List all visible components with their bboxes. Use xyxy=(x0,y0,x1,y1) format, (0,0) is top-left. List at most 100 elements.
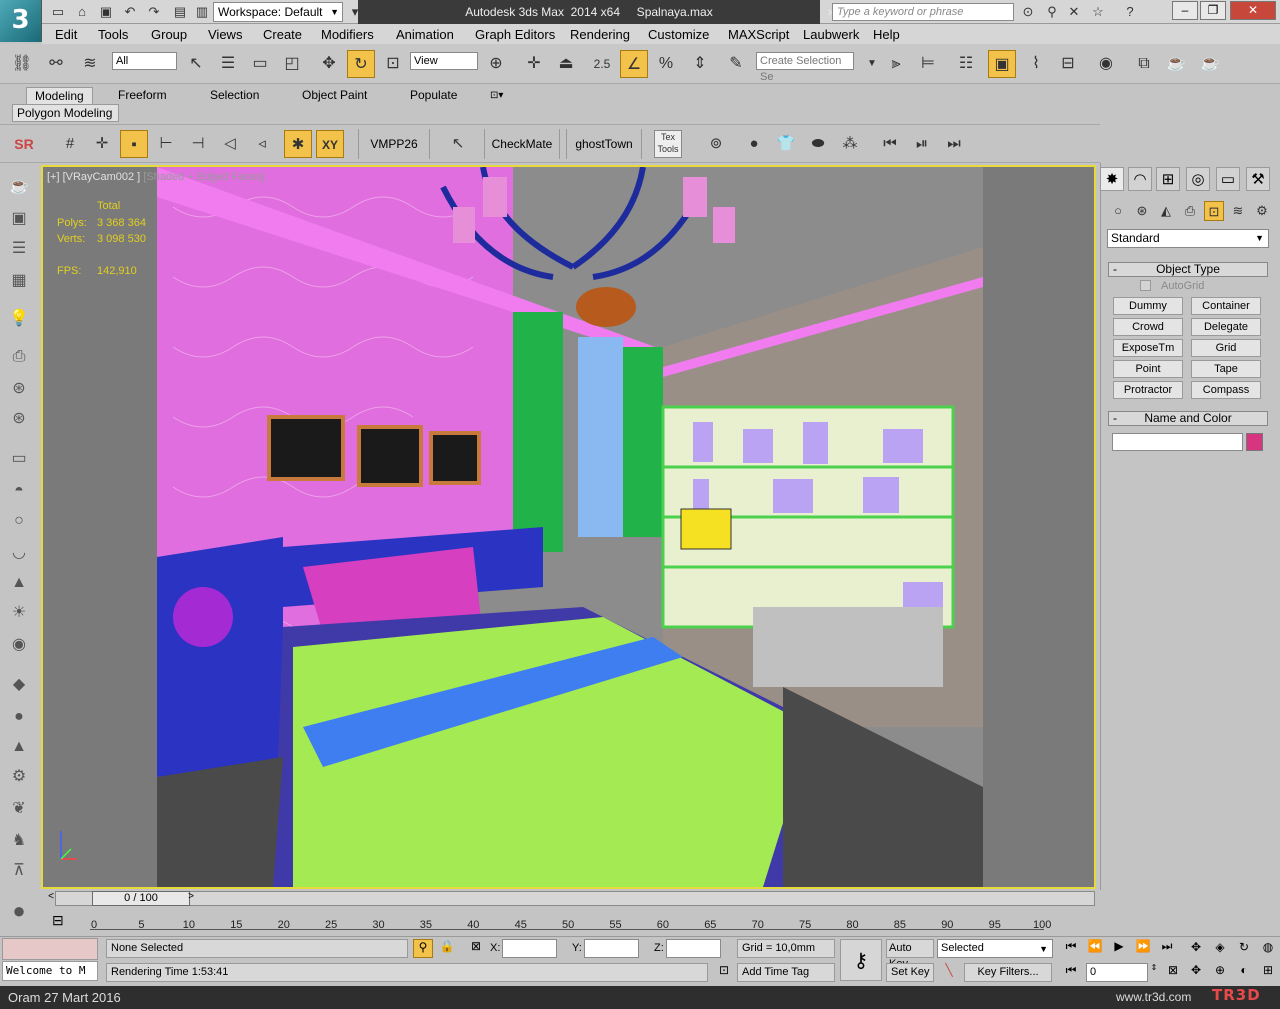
object-color-swatch[interactable] xyxy=(1246,433,1263,451)
menu-modifiers[interactable]: Modifiers xyxy=(321,27,374,42)
z-coordinate-input[interactable] xyxy=(666,939,721,958)
time-tag-icon[interactable]: ⊡ xyxy=(714,963,734,982)
select-manipulate-icon[interactable]: ✛ xyxy=(520,50,548,78)
pan-camera-icon[interactable]: ◐ xyxy=(1234,963,1254,981)
dolly-icon[interactable]: ◍ xyxy=(1258,940,1278,958)
helpers-icon[interactable]: ⊡ xyxy=(1204,201,1224,221)
viewport[interactable]: [+] [VRayCam002 ] [Shaded + Edged Faces]… xyxy=(41,165,1096,889)
key-filter-pen-icon[interactable]: ╲ xyxy=(938,963,960,982)
keyboard-shortcut-override-icon[interactable]: ⏏ xyxy=(552,50,580,78)
schematic-view-icon[interactable]: ⊟ xyxy=(1054,50,1082,78)
select-object-icon[interactable]: ↖ xyxy=(182,50,210,78)
shapes-icon[interactable]: ⊛ xyxy=(1132,201,1152,221)
checkmate-button[interactable]: CheckMate xyxy=(484,129,560,159)
select-by-name-icon[interactable]: ☰ xyxy=(214,50,242,78)
edge-snap-icon[interactable]: ◁ xyxy=(216,130,244,158)
y-coordinate-input[interactable] xyxy=(584,939,639,958)
fetch-icon[interactable]: ▥ xyxy=(192,2,212,22)
render-icon[interactable]: ⊛ xyxy=(6,406,32,432)
communication-center-icon[interactable]: ✕ xyxy=(1064,2,1084,22)
point-button[interactable]: Point xyxy=(1113,360,1183,378)
menu-edit[interactable]: Edit xyxy=(55,27,77,42)
isolate-selection-icon[interactable]: ⚲ xyxy=(413,939,433,958)
plant-icon[interactable]: ❦ xyxy=(6,796,32,822)
reference-coordinate-dropdown[interactable]: View xyxy=(410,52,478,70)
ghosttown-button[interactable]: ghostTown xyxy=(566,129,642,159)
key-mode-toggle-icon[interactable]: ⏮ xyxy=(1060,963,1082,982)
select-arrow-icon[interactable]: ↖ xyxy=(444,130,472,158)
light-lister-icon[interactable]: 💡 xyxy=(6,306,32,332)
container-button[interactable]: Container xyxy=(1191,297,1261,315)
frame-spinner-icon[interactable]: ⇕ xyxy=(1149,963,1159,982)
open-file-icon[interactable]: ⌂ xyxy=(72,2,92,22)
pill-icon[interactable]: ⬬ xyxy=(804,130,832,158)
menu-maxscript[interactable]: MAXScript xyxy=(728,27,789,42)
systems-icon[interactable]: ⚙ xyxy=(1252,201,1272,221)
angle-snap-icon[interactable]: ∠ xyxy=(620,50,648,78)
hair-icon[interactable]: ♞ xyxy=(6,828,32,854)
settings-gear-icon[interactable]: ⚙ xyxy=(6,764,32,790)
delegate-button[interactable]: Delegate xyxy=(1191,318,1261,336)
previous-frame-icon[interactable]: ⏪ xyxy=(1084,939,1106,958)
tab-modeling[interactable]: Modeling xyxy=(26,87,93,104)
dummy-button[interactable]: Dummy xyxy=(1113,297,1183,315)
category-dropdown[interactable]: Standard ▼ xyxy=(1107,229,1269,248)
reel-icon[interactable]: ⊛ xyxy=(6,376,32,402)
rectangular-selection-icon[interactable]: ▭ xyxy=(246,50,274,78)
window-crossing-icon[interactable]: ◰ xyxy=(278,50,306,78)
rendered-frame-icon[interactable]: ☕ xyxy=(1162,50,1190,78)
pan-icon[interactable]: ✥ xyxy=(1186,940,1206,958)
menu-group[interactable]: Group xyxy=(151,27,187,42)
scale-icon[interactable]: ⊡ xyxy=(379,50,407,78)
current-frame-input[interactable]: 0 xyxy=(1086,963,1148,982)
teapot-icon[interactable]: ☕ xyxy=(6,174,32,200)
create-tab-icon[interactable]: ✸ xyxy=(1100,167,1124,191)
particles-icon[interactable]: ⁂ xyxy=(836,130,864,158)
tex-tools-button[interactable]: Tex Tools xyxy=(654,130,682,158)
film-play-icon[interactable]: ⏯ xyxy=(908,130,936,158)
hold-icon[interactable]: ▤ xyxy=(170,2,190,22)
tape-button[interactable]: Tape xyxy=(1191,360,1261,378)
subscription-icon[interactable]: ⚲ xyxy=(1042,2,1062,22)
tab-selection[interactable]: Selection xyxy=(202,87,267,104)
time-slider-track[interactable] xyxy=(55,891,1095,906)
display-tab-icon[interactable]: ▭ xyxy=(1216,167,1240,191)
grid-button[interactable]: Grid xyxy=(1191,339,1261,357)
add-time-tag-button[interactable]: Add Time Tag xyxy=(737,963,835,982)
key-filters-button[interactable]: Key Filters... xyxy=(964,963,1052,982)
render-production-icon[interactable]: ☕ xyxy=(1196,50,1224,78)
menu-rendering[interactable]: Rendering xyxy=(570,27,630,42)
menu-animation[interactable]: Animation xyxy=(396,27,454,42)
autogrid-checkbox[interactable] xyxy=(1140,280,1151,291)
walkthrough-icon[interactable]: ⊕ xyxy=(1210,963,1230,981)
protractor-button[interactable]: Protractor xyxy=(1113,381,1183,399)
rotate-icon[interactable]: ↻ xyxy=(347,50,375,78)
sr-button[interactable]: SR xyxy=(10,130,38,158)
orbit-icon[interactable]: ↻ xyxy=(1234,940,1254,958)
graphite-toggle-icon[interactable]: ▣ xyxy=(988,50,1016,78)
binoculars-icon[interactable]: ⊙ xyxy=(1018,2,1038,22)
film-start-icon[interactable]: ⏮ xyxy=(876,130,904,158)
material-ball-icon[interactable]: ● xyxy=(6,898,32,924)
pivot-center-icon[interactable]: ⊕ xyxy=(482,50,510,78)
vertex-snap-icon[interactable]: ▪ xyxy=(120,130,148,158)
next-frame-icon[interactable]: ⏩ xyxy=(1132,939,1154,958)
menu-views[interactable]: Views xyxy=(208,27,242,42)
x-coordinate-input[interactable] xyxy=(502,939,557,958)
render-window-icon[interactable]: ▣ xyxy=(6,206,32,232)
restore-button[interactable]: ❐ xyxy=(1200,1,1226,20)
object-type-rollout[interactable]: - Object Type xyxy=(1108,262,1268,277)
modify-tab-icon[interactable]: ◠ xyxy=(1128,167,1152,191)
tab-freeform[interactable]: Freeform xyxy=(110,87,175,104)
render-setup-icon[interactable]: ⧉ xyxy=(1130,50,1158,78)
scene-explorer-icon[interactable]: ⊚ xyxy=(702,130,730,158)
plane-icon[interactable]: ▭ xyxy=(6,446,32,472)
tab-object-paint[interactable]: Object Paint xyxy=(294,87,375,104)
unlink-icon[interactable]: ⚯ xyxy=(42,50,70,78)
bowl-icon[interactable]: ◡ xyxy=(6,540,32,566)
endpoint-snap-icon[interactable]: ⊢ xyxy=(152,130,180,158)
cloth-icon[interactable]: 👕 xyxy=(772,130,800,158)
grid-snap-icon[interactable]: # xyxy=(56,130,84,158)
tab-populate[interactable]: Populate xyxy=(402,87,465,104)
spacewarps-icon[interactable]: ≋ xyxy=(1228,201,1248,221)
